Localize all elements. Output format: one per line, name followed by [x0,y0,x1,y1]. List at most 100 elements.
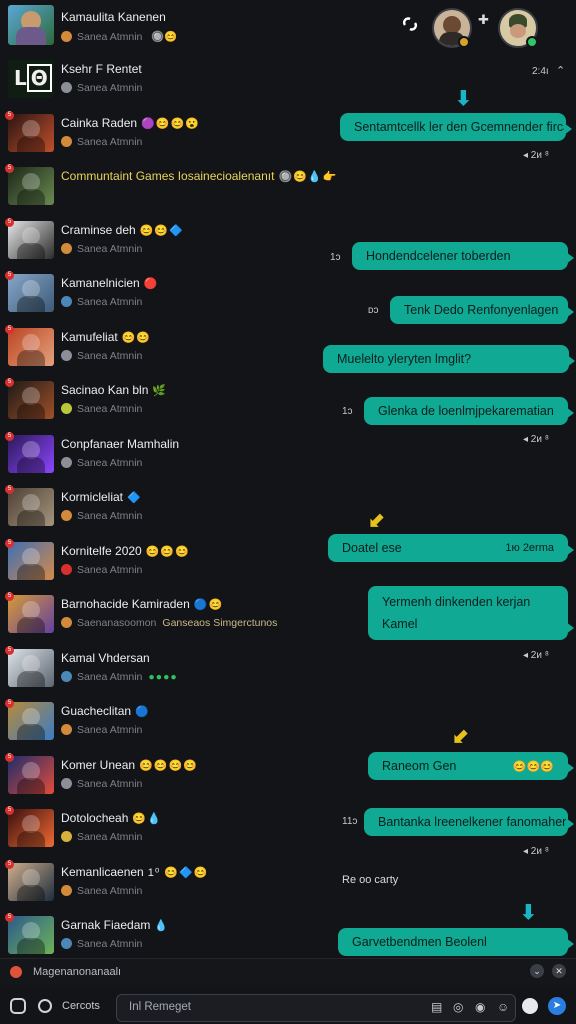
conversation-row[interactable]: 5 Craminse deh 😊😊🔷 Sanea Atmnin [0,215,330,269]
conversation-row[interactable]: 5 Sacinao Kan bln 🌿 Sanea Atmnin [0,375,330,429]
header-subtitle-text: Sanea Atmnin [77,31,143,43]
header-subtitle: Sanea Atmnin 🔘😊 [61,30,177,43]
menu-up-icon[interactable]: ⌃ [556,64,565,77]
status-icon [61,724,72,735]
status-icon [61,31,72,42]
message-bubble-3[interactable]: Tenk Dedo Renfonyenlagen [390,296,574,324]
emoji-icon: 😊😊🔷 [139,224,184,237]
conversation-name-text: Sacinao Kan bln [61,383,149,397]
conversation-name: Kemanlicaenen 1⁰ 😊🔷😊 [61,865,208,879]
conversation-subtitle: Sanea Atmnin [61,456,142,469]
conversation-name: Kormicleliat 🔷 [61,490,142,504]
conversation-name-text: Ksehr F Rentet [61,62,142,76]
input-placeholder: Inl Remeget [129,1001,192,1013]
status-icon [61,617,72,628]
globe-icon[interactable] [38,999,52,1013]
send-icon[interactable]: ➤ [548,997,566,1015]
conversation-name-text: Dotolocheah [61,811,129,825]
conversation-row[interactable]: L Θ Ksehr F Rentet Sanea Atmnin [0,54,330,108]
conversation-name-text: Guacheclitan [61,704,132,718]
subtitle-text: Sanea Atmnin [77,831,143,843]
unread-badge: 5 [5,752,14,762]
plus-icon[interactable]: ✚ [478,12,489,28]
conversation-row[interactable]: 5 Kemanlicaenen 1⁰ 😊🔷😊 Sanea Atmnin [0,857,330,911]
conversation-row[interactable]: 5 Garnak Fiaedam 💧 Sanea Atmnin [0,910,330,964]
message-bubble-2[interactable]: Hondendcelener toberden [352,242,574,270]
status-icon [61,670,72,682]
conversation-subtitle: Sanea Atmnin [61,296,142,308]
status-icon [61,349,72,361]
status-icon [61,831,72,842]
emoji-icon: 🔘😊 [151,31,178,43]
conversation-subtitle: Sanea Atmnin [61,938,142,950]
subtitle-text: Sanea Atmnin [77,510,143,522]
conversation-name: Kamanelnicien 🔴 [61,276,158,290]
conversation-row[interactable]: 5 Communtaint Games Iosainecioalenanıt 🔘😊💧… [0,161,336,215]
status-icon [61,884,72,896]
conversation-row[interactable]: 5 Dotolocheah 😊💧 Sanea Atmnin [0,803,330,857]
unread-badge: 5 [5,324,14,334]
conversation-name: Ksehr F Rentet [61,62,142,76]
close-icon[interactable]: ✕ [552,964,566,978]
conversation-row[interactable]: 5 Kamanelnicien 🔴 Sanea Atmnin [0,268,330,322]
message-bubble-9[interactable]: Bantanka lreenelkener fanomahen [364,808,574,836]
emoji-icon: 😊💧 [132,813,162,825]
tab-label[interactable]: Cercots [62,1000,100,1012]
conversation-name: Cainka Raden 🟣😊😊😮 [61,116,200,130]
subtitle-text: Sanea Atmnin [77,724,143,736]
message-bubble-8[interactable]: Raneom Gen 😊😊😊 [368,752,574,780]
conversation-thumbnail [8,381,54,419]
conversation-row[interactable]: 5 Conpfanaer Mamhalin Sanea Atmnin [0,429,330,483]
conversation-thumbnail [8,434,54,473]
conversation-thumbnail [8,916,54,954]
conversation-subtitle: Sanea Atmnin [61,831,142,843]
conversation-thumbnail [8,488,54,526]
message-input[interactable]: Inl Remeget ▤ ◎ ◉ ☺ [116,994,516,1022]
message-bubble-1[interactable]: Sentamtcellk ler den Gcemnender fircait [340,113,576,141]
conversation-row[interactable]: 5 Cainka Raden 🟣😊😊😮 Sanea Atmnin [0,108,330,162]
attach-icon[interactable]: ▤ [431,1000,442,1014]
message-bubble-4[interactable]: Muelelto yleryten lmglit? [323,345,575,373]
subtitle-text: Sanea Atmnin [77,403,143,415]
conversation-name-text: Kamal Vhdersan [61,650,150,665]
alert-icon [10,966,22,978]
conversation-row[interactable]: 5 Kormicleliat 🔷 Sanea Atmnin [0,482,330,536]
message-bubble-7[interactable]: Yermenh dinkenden kerjan Kamel [368,586,574,640]
conversation-row[interactable]: 5 Guacheclitan 🔵 Sanea Atmnin [0,696,330,750]
subtitle-text: Sanea Atmnin [77,349,143,362]
emoji-icon: 🔷 [127,492,142,504]
unread-badge: 5 [5,859,14,869]
voice-icon[interactable] [522,998,538,1014]
message-bubble-10[interactable]: Garvetbendmen Beolenl [338,928,574,956]
conversation-row[interactable]: 5 Kamal Vhdersan Sanea Atmnin ●●●● [0,643,330,697]
message-bubble-5[interactable]: Glenka de loenlmjpekarematian [364,397,574,425]
header-avatar[interactable] [8,5,54,45]
conversation-row[interactable]: 5 Barnohacide Kamiraden 🔵😊 Saenanasoomon Gan… [0,589,330,643]
status-dot [458,36,470,48]
conversation-name-text: Garnak Fiaedam [61,918,151,932]
timestamp-1: ◂ 2ᴎ ⁸ [523,150,549,161]
subtitle-text: Saenanasoomon [77,617,157,629]
arrow-down-icon: ⬇ [455,88,472,110]
link-icon[interactable] [402,16,418,32]
conversation-thumbnail [8,274,54,312]
conversation-row[interactable]: 5 Komer Unean 😊😊😊😊 Sanea Atmnin [0,750,330,804]
unread-badge: 5 [5,485,14,494]
strip-label: Magenanonanaalı [33,966,122,978]
chevron-icon[interactable]: ⌄ [530,964,544,978]
conversation-subtitle: Sanea Atmnin [61,563,142,576]
unread-badge: 5 [5,806,14,815]
unread-badge: 5 [5,645,14,655]
subtitle-text: Sanea Atmnin [77,242,143,255]
emoji-picker-icon[interactable]: ☺ [497,1000,509,1014]
conversation-subtitle: Sanea Atmnin [61,242,143,255]
conversation-name-text: Kormicleliat [61,490,124,504]
message-bubble-6[interactable]: Doatel ese 1ю 2erma [328,534,574,562]
conversation-name-text: Kamufeliat [61,329,118,344]
status-icon [61,82,72,93]
sticker-icon[interactable]: ◉ [475,1000,485,1014]
gif-icon[interactable]: ◎ [453,1000,463,1014]
discord-icon[interactable] [10,998,26,1014]
conversation-row[interactable]: 5 Kamufeliat 😊😊 Sanea Atmnin [0,322,330,376]
conversation-row[interactable]: 5 Kornitelfe 2020 😊😊😊 Sanea Atmnin [0,536,330,590]
